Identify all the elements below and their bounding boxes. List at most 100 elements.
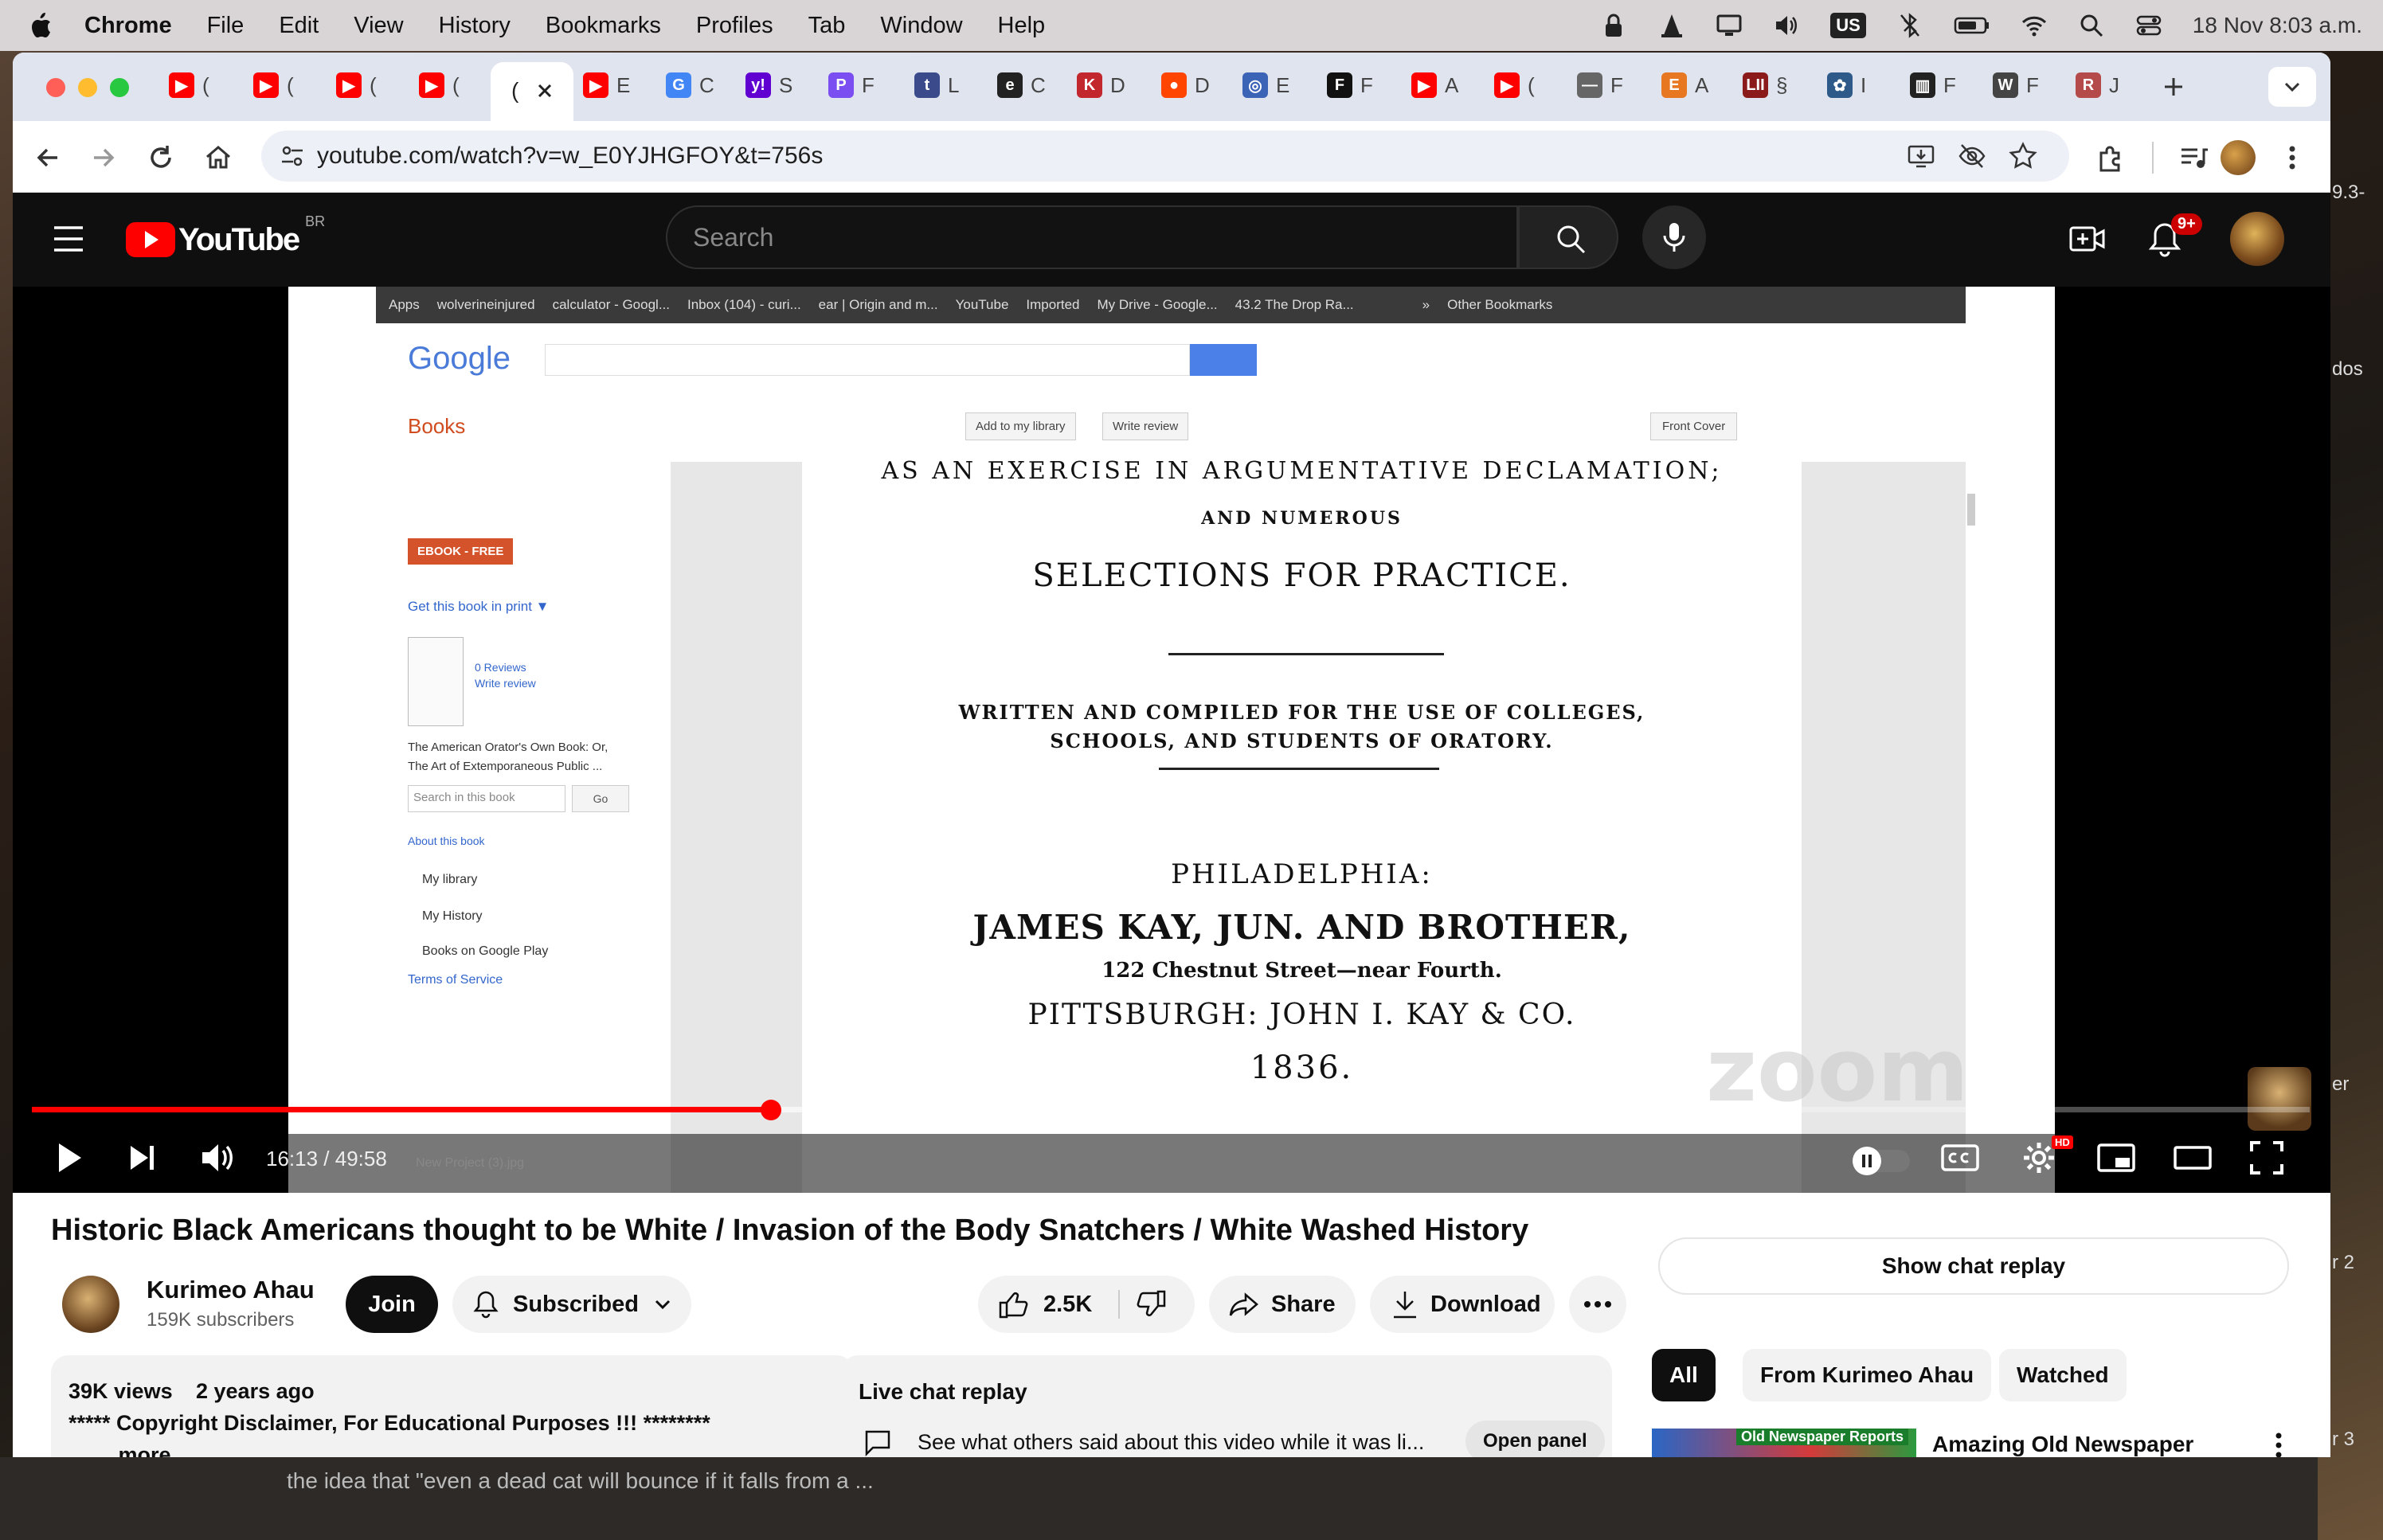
menu-tab[interactable]: Tab <box>808 13 846 39</box>
tab-11[interactable]: ● D <box>1161 65 1210 105</box>
miniplayer-icon[interactable] <box>2096 1142 2136 1174</box>
spotlight-search-icon[interactable] <box>2078 12 2105 39</box>
tab-1[interactable]: ▶( <box>253 65 294 105</box>
chip-all[interactable]: All <box>1652 1349 1716 1401</box>
video-player[interactable]: Apps wolverineinjured calculator - Googl..… <box>13 287 2330 1193</box>
forward-icon[interactable] <box>88 142 119 174</box>
share-button[interactable]: Share <box>1209 1276 1356 1333</box>
show-more-link[interactable]: ...more <box>100 1443 171 1457</box>
battery-icon[interactable] <box>1954 12 1990 39</box>
display-icon[interactable] <box>1716 12 1743 39</box>
recommended-title[interactable]: Amazing Old Newspaper <box>1932 1432 2193 1457</box>
menu-view[interactable]: View <box>354 13 403 39</box>
theater-mode-icon[interactable] <box>2173 1145 2213 1171</box>
scrubber-handle[interactable] <box>761 1100 782 1120</box>
close-tab-icon[interactable] <box>535 81 554 100</box>
hamburger-menu-icon[interactable] <box>53 225 84 253</box>
install-app-icon[interactable] <box>1907 142 1935 170</box>
show-chat-replay-button[interactable]: Show chat replay <box>1658 1237 2289 1295</box>
apple-menu-icon[interactable] <box>29 12 53 39</box>
profile-avatar[interactable] <box>2221 140 2256 175</box>
site-settings-icon[interactable] <box>279 143 306 170</box>
voice-search-button[interactable] <box>1642 205 1706 269</box>
open-panel-button[interactable]: Open panel <box>1465 1421 1605 1457</box>
tab-3[interactable]: ▶( <box>419 65 460 105</box>
bookmark-star-icon[interactable] <box>2009 142 2037 170</box>
tab-8[interactable]: tL <box>914 65 959 105</box>
play-icon[interactable] <box>53 1140 84 1175</box>
download-button[interactable]: Download <box>1370 1276 1555 1333</box>
menu-edit[interactable]: Edit <box>279 13 319 39</box>
url-text[interactable]: youtube.com/watch?v=w_E0YJHGFOY&t=756s <box>317 143 823 170</box>
volume-icon[interactable] <box>199 1140 237 1175</box>
menu-window[interactable]: Window <box>880 13 962 39</box>
menu-history[interactable]: History <box>439 13 511 39</box>
tab-0[interactable]: ▶( <box>169 65 209 105</box>
reload-icon[interactable] <box>145 142 177 174</box>
minimize-window-button[interactable] <box>78 78 97 97</box>
tab-search-button[interactable] <box>2268 67 2316 107</box>
tab-21[interactable]: WF <box>1993 65 2039 105</box>
tab-7[interactable]: PF <box>828 65 875 105</box>
youtube-logo[interactable]: YouTube BR <box>126 213 325 258</box>
control-center-icon[interactable] <box>2135 12 2162 39</box>
home-icon[interactable] <box>202 142 234 174</box>
account-avatar[interactable] <box>2230 212 2284 266</box>
search-button[interactable] <box>1518 205 1618 269</box>
create-video-icon[interactable] <box>2069 223 2106 255</box>
menu-bookmarks[interactable]: Bookmarks <box>546 13 661 39</box>
tab-19[interactable]: ✿ I <box>1827 65 1866 105</box>
next-icon[interactable] <box>126 1142 158 1174</box>
description-box[interactable]: 39K views 2 years ago ***** Copyright Di… <box>51 1355 854 1457</box>
channel-avatar[interactable] <box>62 1276 119 1333</box>
tab-18[interactable]: LII § <box>1743 65 1787 105</box>
menu-profiles[interactable]: Profiles <box>696 13 773 39</box>
autoplay-toggle[interactable] <box>1853 1147 1910 1175</box>
chip-watched[interactable]: Watched <box>1999 1349 2127 1401</box>
menu-help[interactable]: Help <box>998 13 1046 39</box>
more-vertical-icon[interactable] <box>2275 1432 2283 1457</box>
tab-22[interactable]: RJ <box>2076 65 2119 105</box>
tab-13[interactable]: FF <box>1327 65 1373 105</box>
more-actions-button[interactable] <box>1569 1276 1626 1333</box>
tab-12[interactable]: ◎ E <box>1242 65 1289 105</box>
tab-4[interactable]: ▶ E <box>583 65 630 105</box>
tab-5[interactable]: GC <box>666 65 714 105</box>
join-button[interactable]: Join <box>346 1276 438 1333</box>
like-button[interactable]: 2.5K <box>978 1276 1118 1333</box>
recommended-thumbnail[interactable]: Old Newspaper Reports <box>1652 1429 1916 1457</box>
volume-icon[interactable] <box>1773 12 1800 39</box>
tab-active[interactable]: ( <box>491 62 573 121</box>
tab-2[interactable]: ▶( <box>336 65 377 105</box>
chrome-menu-icon[interactable] <box>2276 142 2308 174</box>
tab-9[interactable]: eC <box>997 65 1046 105</box>
close-window-button[interactable] <box>46 78 65 97</box>
tab-10[interactable]: KD <box>1077 65 1125 105</box>
search-input[interactable]: Search <box>666 205 1518 269</box>
menubar-clock[interactable]: 18 Nov 8:03 a.m. <box>2193 13 2362 38</box>
new-tab-icon[interactable] <box>2162 75 2185 99</box>
bluetooth-off-icon[interactable] <box>1896 12 1923 39</box>
chip-from-channel[interactable]: From Kurimeo Ahau <box>1743 1349 1992 1401</box>
app-menu[interactable]: Chrome <box>84 13 172 39</box>
tab-20[interactable]: ▥ F <box>1910 65 1956 105</box>
lock-person-icon[interactable] <box>1601 12 1628 39</box>
keyboard-layout-badge[interactable]: US <box>1830 13 1866 38</box>
tab-14[interactable]: ▶ A <box>1411 65 1458 105</box>
subscribed-button[interactable]: Subscribed <box>452 1276 691 1333</box>
menu-file[interactable]: File <box>207 13 245 39</box>
extensions-icon[interactable] <box>2095 142 2127 174</box>
back-icon[interactable] <box>32 142 64 174</box>
tab-6[interactable]: y! S <box>745 65 792 105</box>
channel-name[interactable]: Kurimeo Ahau <box>147 1276 315 1304</box>
captions-icon[interactable] <box>1940 1142 1980 1174</box>
maximize-window-button[interactable] <box>110 78 129 97</box>
media-controls-icon[interactable] <box>2178 142 2209 174</box>
tab-16[interactable]: — F <box>1577 65 1623 105</box>
tab-15[interactable]: ▶( <box>1494 65 1535 105</box>
address-bar[interactable]: youtube.com/watch?v=w_E0YJHGFOY&t=756s <box>261 131 2069 182</box>
wifi-icon[interactable] <box>2021 12 2048 39</box>
vlc-cone-icon[interactable] <box>1658 12 1685 39</box>
hidden-eye-icon[interactable] <box>1958 142 1986 170</box>
tab-17[interactable]: EA <box>1661 65 1708 105</box>
